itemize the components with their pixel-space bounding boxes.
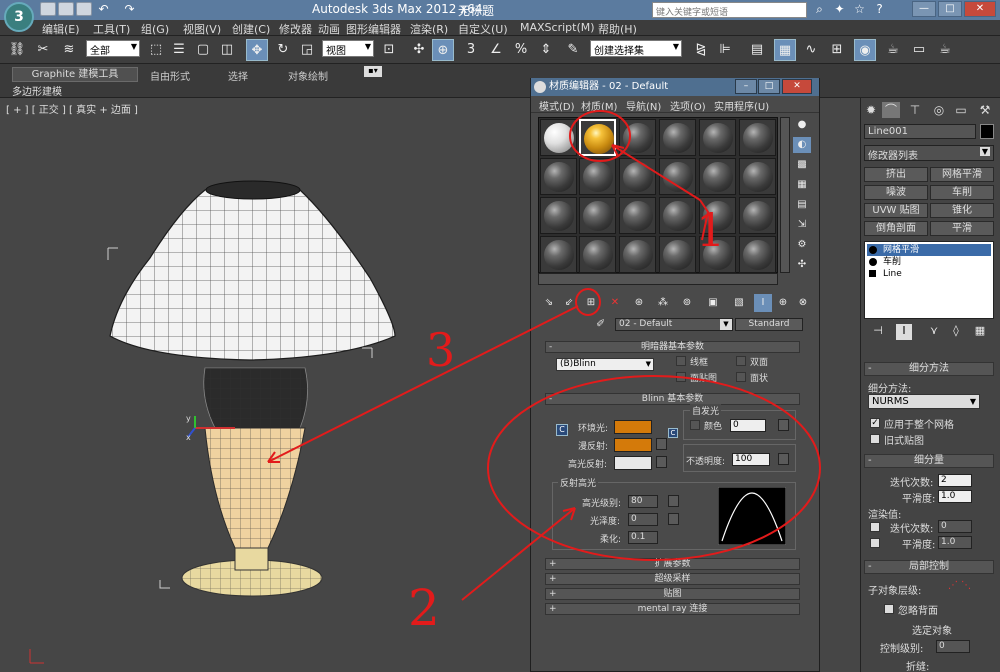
annotation-number-1: 1: [696, 203, 725, 257]
annotation-number-3: 3: [426, 323, 455, 377]
annotation-ellipse-params: [487, 375, 821, 561]
annotation-circle-assign: [575, 288, 601, 316]
annotation-arrow-1: [611, 144, 710, 241]
tutorial-annotations: 1 2 3: [267, 110, 821, 637]
annotation-arrow-3: [267, 305, 579, 463]
annotation-circle-slot: [569, 110, 631, 162]
annotation-number-2: 2: [408, 579, 440, 637]
